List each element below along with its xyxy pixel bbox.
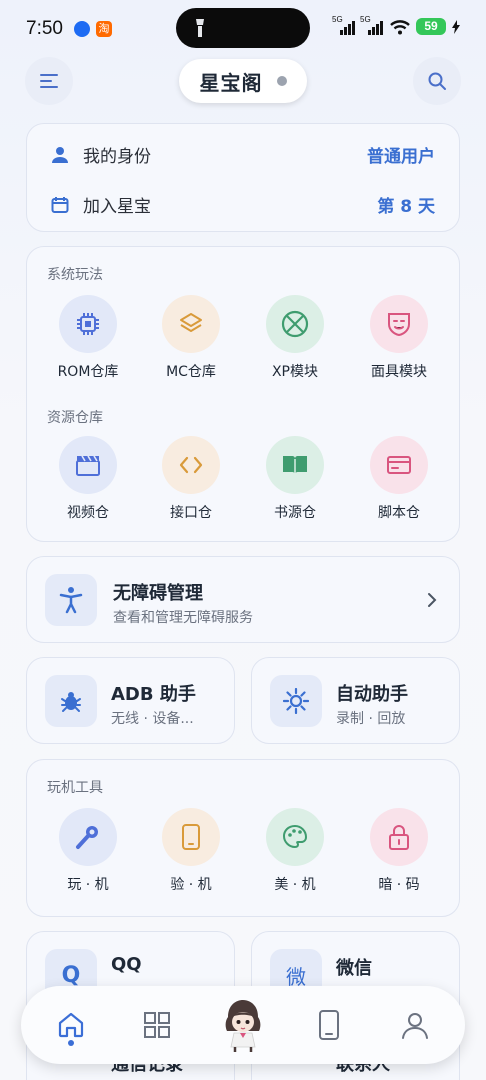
rom-repo-item[interactable]: ROM仓库 — [36, 295, 140, 381]
flashlight-icon — [196, 19, 204, 37]
status-time: 7:50 — [26, 18, 63, 39]
adb-subtitle: 无线 · 设备... — [111, 711, 194, 727]
mask-icon — [370, 295, 428, 353]
search-icon — [428, 72, 446, 90]
adb-helper-card[interactable]: ADB 助手 无线 · 设备... — [26, 657, 235, 744]
phone-check-icon — [162, 808, 220, 866]
bug-icon — [45, 675, 97, 727]
accessibility-subtitle: 查看和管理无障碍服务 — [113, 610, 253, 626]
taobao-notification-icon: 淘 — [96, 21, 112, 37]
grid-label: 暗 · 码 — [378, 877, 420, 893]
identity-card: 我的身份 普通用户 加入星宝 第 8 天 — [26, 123, 460, 232]
identity-value: 普通用户 — [367, 147, 435, 167]
qq-title: QQ — [111, 954, 142, 975]
x-circle-icon — [266, 295, 324, 353]
title-pill[interactable]: 星宝阁 — [179, 59, 307, 103]
phone-icon — [319, 1010, 339, 1040]
mascot-avatar-icon — [225, 1000, 261, 1052]
grid-label: ROM仓库 — [57, 364, 119, 380]
tool-theme-item[interactable]: 美 · 机 — [243, 808, 347, 894]
script-repo-item[interactable]: 脚本仓 — [347, 436, 451, 522]
identity-label: 我的身份 — [83, 147, 151, 167]
status-bar: 7:50 淘 5G 5G 59 — [0, 0, 486, 56]
grid-label: 验 · 机 — [170, 877, 212, 893]
nav-profile[interactable] — [380, 986, 450, 1064]
nav-mascot[interactable] — [208, 986, 278, 1064]
book-icon — [266, 436, 324, 494]
section-title-resources: 资源仓库 — [47, 410, 103, 426]
wrench-icon — [59, 808, 117, 866]
grid-icon — [144, 1012, 170, 1038]
join-days-row[interactable]: 加入星宝 第 8 天 — [51, 192, 435, 217]
lock-icon — [370, 808, 428, 866]
tools-card: 玩机工具 玩 · 机 验 · 机 美 · 机 暗 · 码 — [26, 759, 460, 917]
grid-label: 接口仓 — [170, 505, 212, 521]
adb-title: ADB 助手 — [111, 684, 196, 705]
grid-label: 面具模块 — [371, 364, 427, 380]
mask-module-item[interactable]: 面具模块 — [347, 295, 451, 381]
user-icon — [52, 146, 68, 163]
search-button[interactable] — [413, 57, 461, 105]
battery-indicator: 59 — [416, 18, 446, 35]
signal-icon: 5G — [332, 15, 356, 35]
home-icon — [58, 1012, 84, 1038]
accessibility-icon — [45, 574, 97, 626]
tool-code-item[interactable]: 暗 · 码 — [347, 808, 451, 894]
video-repo-item[interactable]: 视频仓 — [36, 436, 140, 522]
grid-label: XP模块 — [271, 364, 319, 380]
section-title-system: 系统玩法 — [47, 267, 103, 283]
script-icon — [370, 436, 428, 494]
grid-label: MC仓库 — [166, 364, 216, 380]
nav-home[interactable] — [36, 986, 106, 1064]
chevron-right-icon — [428, 593, 437, 607]
nav-device[interactable] — [294, 986, 364, 1064]
identity-row[interactable]: 我的身份 普通用户 — [51, 142, 435, 167]
section-title-tools: 玩机工具 — [47, 780, 103, 796]
wechat-title: 微信 — [336, 958, 372, 979]
clapper-icon — [59, 436, 117, 494]
chip-icon — [59, 295, 117, 353]
book-source-item[interactable]: 书源仓 — [243, 436, 347, 522]
top-bar: 星宝阁 — [0, 56, 486, 106]
notification-app-icon — [74, 21, 90, 37]
features-card: 系统玩法 ROM仓库 MC仓库 XP模块 面具模块 资源仓库 视频仓 接口仓 书… — [26, 246, 460, 542]
palette-icon — [266, 808, 324, 866]
accessibility-title: 无障碍管理 — [113, 583, 203, 604]
xp-module-item[interactable]: XP模块 — [243, 295, 347, 381]
auto-title: 自动助手 — [336, 684, 408, 705]
menu-button[interactable] — [25, 57, 73, 105]
signal-icon-2: 5G — [360, 15, 384, 35]
bottom-nav — [21, 986, 465, 1064]
grid-label: 书源仓 — [274, 505, 316, 521]
grid-label: 玩 · 机 — [67, 877, 109, 893]
code-icon — [162, 436, 220, 494]
status-dot — [276, 76, 287, 86]
nav-grid[interactable] — [122, 986, 192, 1064]
grid-label: 视频仓 — [67, 505, 109, 521]
calendar-icon — [51, 196, 69, 213]
api-repo-item[interactable]: 接口仓 — [139, 436, 243, 522]
dynamic-island — [176, 8, 310, 48]
page-title: 星宝阁 — [199, 70, 263, 95]
join-days-value: 第 8 天 — [377, 197, 435, 217]
sun-icon — [270, 675, 322, 727]
tool-play-item[interactable]: 玩 · 机 — [36, 808, 140, 894]
layers-icon — [162, 295, 220, 353]
profile-icon — [402, 1013, 428, 1039]
auto-subtitle: 录制 · 回放 — [336, 711, 406, 727]
tool-check-item[interactable]: 验 · 机 — [139, 808, 243, 894]
mc-repo-item[interactable]: MC仓库 — [139, 295, 243, 381]
wifi-icon — [390, 19, 410, 34]
charging-icon — [452, 19, 460, 34]
join-label: 加入星宝 — [83, 197, 151, 217]
auto-helper-card[interactable]: 自动助手 录制 · 回放 — [251, 657, 460, 744]
accessibility-card[interactable]: 无障碍管理 查看和管理无障碍服务 — [26, 556, 460, 643]
grid-label: 脚本仓 — [378, 505, 420, 521]
menu-icon — [40, 74, 58, 88]
grid-label: 美 · 机 — [274, 877, 316, 893]
active-indicator — [68, 1040, 74, 1046]
